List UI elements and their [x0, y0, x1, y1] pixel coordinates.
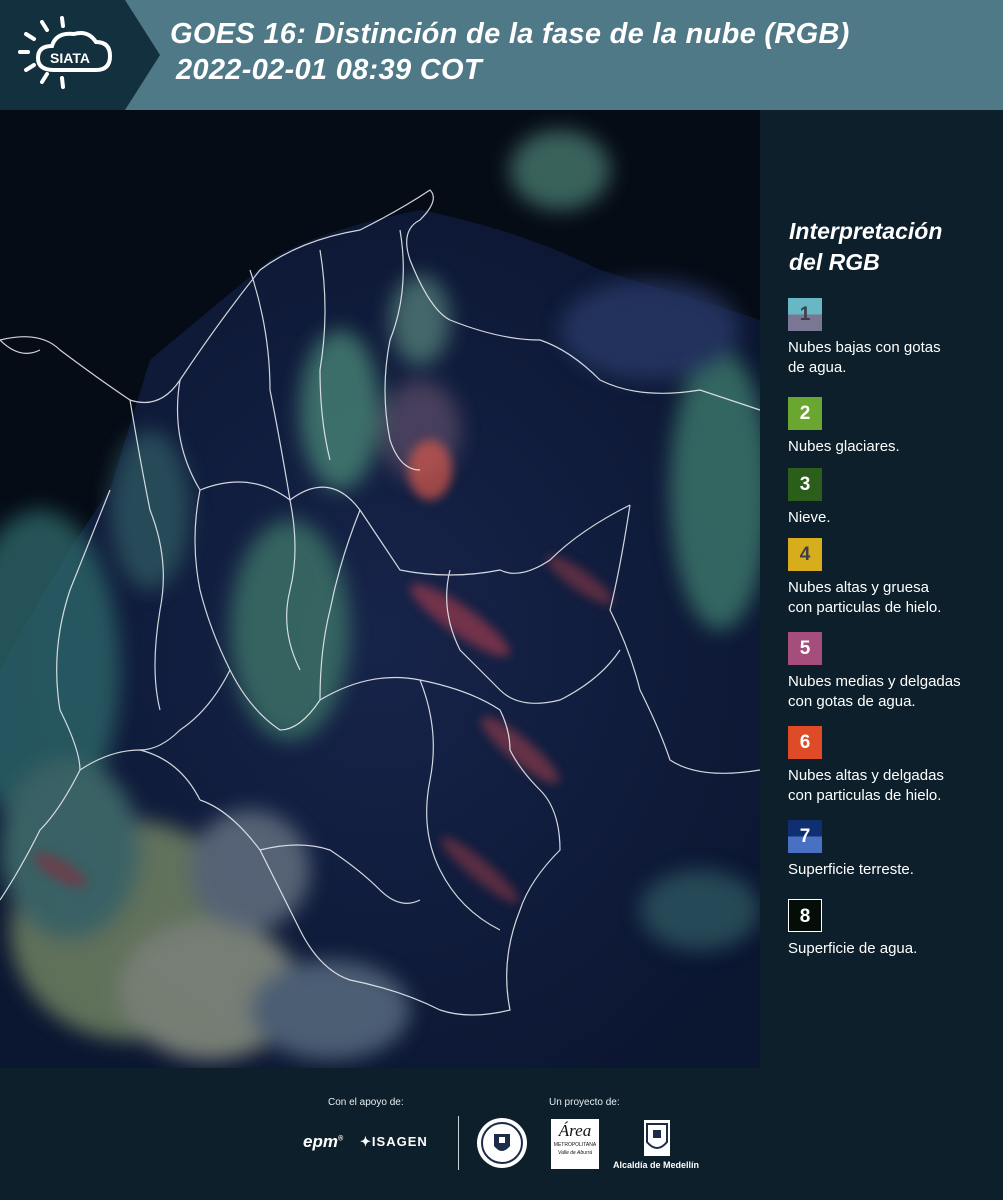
support-label: Con el apoyo de: — [328, 1097, 404, 1108]
footer-bar: Con el apoyo de: Un proyecto de: epm® ✦I… — [0, 1068, 1003, 1200]
title-line-2: 2022-02-01 08:39 COT — [176, 54, 482, 86]
epm-text: epm — [303, 1132, 338, 1151]
alcaldia-text: Alcaldía de Medellín — [613, 1160, 700, 1170]
epm-logo: epm® — [303, 1132, 344, 1151]
legend-description-line-1: Nubes altas y gruesa — [788, 579, 929, 596]
legend-item-7: 7 Superficie terreste. — [788, 820, 1000, 880]
legend-swatch: 2 — [788, 397, 822, 430]
legend-item-6: 6 Nubes altas y delgadas con particulas de… — [788, 726, 1000, 806]
legend-description-line-1: Nubes glaciares. — [788, 438, 900, 455]
logo-text: SIATA — [50, 50, 90, 66]
legend-description-line-2: con gotas de agua. — [788, 693, 916, 710]
legend-number: 7 — [799, 826, 811, 847]
legend-swatch: 6 — [788, 726, 822, 759]
legend-number: 5 — [799, 638, 811, 659]
area-sub1: METROPOLITANA — [553, 1142, 597, 1148]
legend-swatch: 7 — [788, 820, 822, 853]
isagen-logo: ✦ISAGEN — [360, 1134, 428, 1149]
legend-number: 6 — [799, 732, 811, 753]
legend-item-5: 5 Nubes medias y delgadas con gotas de agu… — [788, 632, 1000, 712]
satellite-image — [0, 110, 760, 1068]
legend-description-line-2: con particulas de hielo. — [788, 787, 942, 804]
legend-item-3: 3 Nieve. — [788, 468, 1000, 528]
legend-panel: Interpretación del RGB 1 Nubes bajas con … — [760, 110, 1003, 1068]
page-title: GOES 16: Distinción de la fase de la nub… — [170, 16, 850, 88]
footer-divider — [458, 1116, 459, 1170]
legend-description-line-2: de agua. — [788, 359, 847, 376]
project-label: Un proyecto de: — [549, 1097, 620, 1108]
legend-description: Nieve. — [788, 508, 1000, 528]
siata-logo: SIATA — [0, 0, 160, 110]
satellite-map[interactable] — [0, 110, 760, 1068]
area-name: Área — [558, 1121, 592, 1140]
legend-title: Interpretación del RGB — [789, 216, 989, 278]
legend-description: Nubes bajas con gotas de agua. — [788, 338, 1000, 378]
seal-logo — [477, 1118, 527, 1168]
shield-icon — [646, 1123, 668, 1149]
legend-description-line-1: Nubes altas y delgadas — [788, 767, 944, 784]
legend-swatch: 8 — [788, 899, 822, 932]
legend-number: 1 — [799, 304, 811, 325]
legend-description-line-2: con particulas de hielo. — [788, 599, 942, 616]
legend-item-1: 1 Nubes bajas con gotas de agua. — [788, 298, 1000, 378]
legend-item-2: 2 Nubes glaciares. — [788, 397, 1000, 457]
seal-icon — [481, 1122, 523, 1164]
legend-description: Superficie terreste. — [788, 860, 1000, 880]
area-sub2: Valle de Aburrá — [557, 1150, 593, 1156]
legend-number: 4 — [799, 544, 811, 565]
legend-description-line-1: Nubes medias y delgadas — [788, 673, 961, 690]
sun-cloud-icon: SIATA — [18, 16, 113, 89]
legend-description: Superficie de agua. — [788, 939, 1000, 959]
legend-item-8: 8 Superficie de agua. — [788, 899, 1000, 959]
alcaldia-shield — [644, 1120, 670, 1156]
legend-title-line-2: del RGB — [789, 249, 880, 275]
legend-description: Nubes glaciares. — [788, 437, 1000, 457]
isagen-text: ISAGEN — [371, 1134, 428, 1149]
title-line-1: GOES 16: Distinción de la fase de la nub… — [170, 18, 850, 50]
legend-number: 8 — [799, 906, 811, 927]
header-bar: SIATA GOES 16: Distinción de la fase de … — [0, 0, 1003, 110]
legend-swatch: 5 — [788, 632, 822, 665]
legend-description-line-1: Superficie de agua. — [788, 940, 918, 957]
legend-description-line-1: Nieve. — [788, 509, 831, 526]
legend-description-line-1: Nubes bajas con gotas — [788, 339, 941, 356]
area-metropolitana-logo: Área METROPOLITANA Valle de Aburrá — [551, 1119, 599, 1169]
legend-description: Nubes medias y delgadas con gotas de agua… — [788, 672, 1000, 712]
legend-number: 2 — [799, 403, 811, 424]
legend-description-line-1: Superficie terreste. — [788, 861, 914, 878]
legend-swatch: 1 — [788, 298, 822, 331]
legend-item-4: 4 Nubes altas y gruesa con particulas de h… — [788, 538, 1000, 618]
legend-description: Nubes altas y gruesa con particulas de hi… — [788, 578, 1000, 618]
legend-swatch: 3 — [788, 468, 822, 501]
legend-swatch: 4 — [788, 538, 822, 571]
legend-number: 3 — [799, 474, 811, 495]
legend-title-line-1: Interpretación — [789, 218, 943, 244]
legend-description: Nubes altas y delgadas con particulas de … — [788, 766, 1000, 806]
